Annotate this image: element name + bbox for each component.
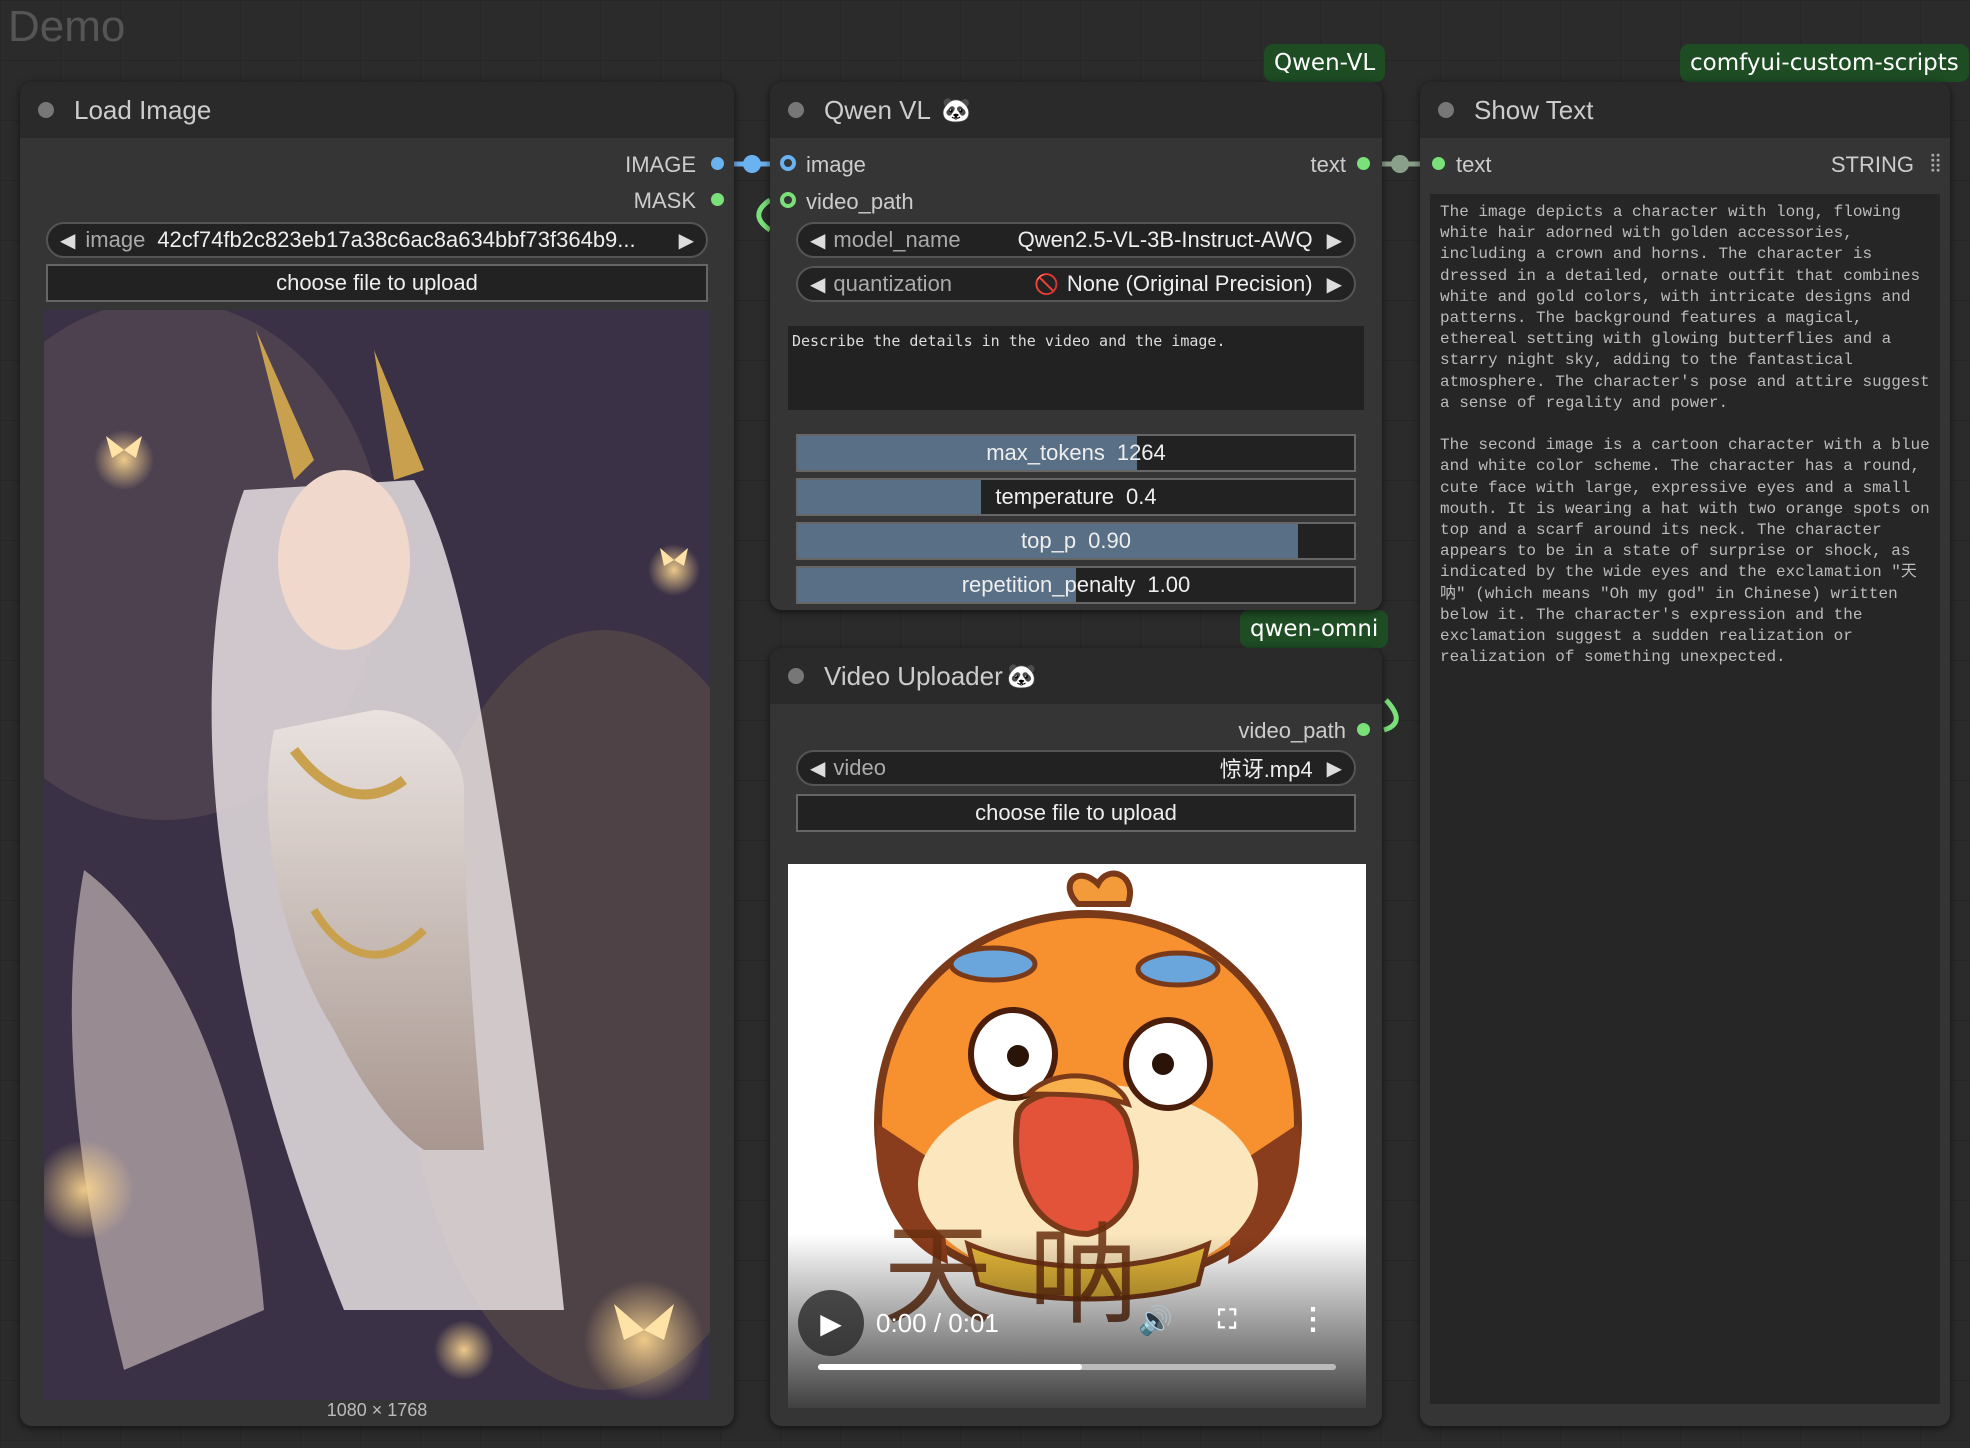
prompt-textarea[interactable]: Describe the details in the video and th… — [788, 326, 1364, 410]
output-socket-video-path[interactable] — [1357, 723, 1370, 736]
input-label-image: image — [806, 152, 866, 177]
combo-right-arrow-icon[interactable]: ▶ — [1327, 272, 1342, 297]
combo-left-arrow-icon[interactable]: ◀ — [810, 228, 825, 253]
node-header[interactable]: Video Uploader 🐼 — [770, 648, 1382, 704]
combo-value: 惊讶.mp4 — [1219, 757, 1313, 782]
image-dimensions: 1080 × 1768 — [326, 1400, 428, 1420]
fullscreen-icon[interactable]: ⛶ — [1218, 1304, 1236, 1336]
slider-label: repetition_penalty — [961, 572, 1136, 597]
video-time: 0:00 / 0:01 — [876, 1308, 999, 1338]
input-socket-text[interactable] — [1432, 157, 1445, 170]
video-uploader-node[interactable]: Video Uploader 🐼 video_path ◀ video 惊讶.m… — [770, 648, 1382, 1426]
combo-left-arrow-icon[interactable]: ◀ — [60, 228, 75, 253]
slider-value: 1.00 — [1147, 572, 1191, 597]
input-label-video-path: video_path — [806, 189, 914, 214]
max-tokens-slider[interactable]: max_tokens 1264 — [796, 434, 1356, 472]
volume-icon[interactable]: 🔊 — [1138, 1304, 1173, 1337]
output-label-image: IMAGE — [625, 152, 696, 177]
prohibited-icon: 🚫 — [1033, 273, 1059, 296]
repetition-penalty-slider[interactable]: repetition_penalty 1.00 — [796, 566, 1356, 604]
link-video-path-out — [1383, 698, 1399, 733]
image-combo[interactable]: ◀ image 42cf74fb2c823eb17a38c6ac8a634bbf… — [46, 222, 708, 258]
collapse-dot[interactable] — [788, 102, 804, 118]
output-label-mask: MASK — [633, 188, 696, 213]
combo-label: quantization — [833, 271, 953, 296]
combo-value: Qwen2.5-VL-3B-Instruct-AWQ — [1017, 227, 1313, 252]
badge-qwen-vl: Qwen-VL — [1264, 44, 1386, 82]
node-header[interactable]: Load Image — [20, 82, 734, 138]
slider-value: 0.90 — [1088, 528, 1131, 553]
node-header[interactable]: Qwen VL 🐼 — [770, 82, 1382, 138]
load-image-node[interactable]: Load Image IMAGE MASK ◀ image 42cf74fb2c… — [20, 82, 734, 1426]
fantasy-illustration — [44, 310, 710, 1400]
node-title: Video Uploader — [824, 660, 1003, 691]
video-progress-track[interactable] — [818, 1364, 1336, 1370]
quantization-combo[interactable]: ◀ quantization 🚫 None (Original Precisio… — [796, 266, 1356, 302]
combo-left-arrow-icon[interactable]: ◀ — [810, 756, 825, 781]
input-socket-video-path[interactable] — [780, 192, 796, 208]
node-title: Qwen VL — [824, 94, 931, 125]
output-label-text: text — [1310, 152, 1346, 177]
upload-button[interactable]: choose file to upload — [796, 794, 1356, 832]
slider-value: 0.4 — [1126, 484, 1157, 509]
combo-right-arrow-icon[interactable]: ▶ — [1327, 228, 1342, 253]
combo-value: 42cf74fb2c823eb17a38c6ac8a634bbf73f364b9… — [157, 227, 636, 252]
grid-icon[interactable]: ⣿ — [1929, 152, 1942, 173]
input-socket-image[interactable] — [780, 155, 796, 171]
temperature-slider[interactable]: temperature 0.4 — [796, 478, 1356, 516]
cartoon-frame: 天 呐 — [788, 870, 1366, 1408]
output-textarea[interactable]: The image depicts a character with long,… — [1430, 194, 1940, 1404]
video-progress-fill — [818, 1364, 1083, 1370]
badge-qwen-omni: qwen-omni — [1240, 610, 1389, 648]
output-label-string: STRING — [1830, 152, 1914, 177]
node-title: Show Text — [1474, 94, 1594, 125]
combo-label: video — [833, 755, 886, 780]
collapse-dot[interactable] — [788, 668, 804, 684]
panda-icon: 🐼 — [940, 96, 971, 124]
collapse-dot[interactable] — [38, 102, 54, 118]
play-icon[interactable]: ▶ — [798, 1290, 864, 1356]
badge-custom-scripts: comfyui-custom-scripts — [1680, 44, 1969, 82]
show-text-node[interactable]: Show Text text STRING ⣿ The image depict… — [1420, 82, 1950, 1426]
output-socket-text[interactable] — [1357, 157, 1370, 170]
slider-value: 1264 — [1116, 440, 1166, 465]
output-label-video-path: video_path — [1238, 718, 1346, 743]
slider-label: max_tokens — [986, 440, 1105, 465]
collapse-dot[interactable] — [1438, 102, 1454, 118]
video-combo[interactable]: ◀ video 惊讶.mp4 ▶ — [796, 750, 1356, 786]
top-p-slider[interactable]: top_p 0.90 — [796, 522, 1356, 560]
video-player[interactable]: 天 呐 ▶ 0:00 / 0:01 🔊 ⛶ ⋮ — [788, 864, 1366, 1408]
group-title: Demo — [8, 2, 126, 51]
qwen-vl-node[interactable]: Qwen VL 🐼 image video_path text ◀ model_… — [770, 82, 1382, 610]
input-label-text: text — [1456, 152, 1492, 177]
model-name-combo[interactable]: ◀ model_name Qwen2.5-VL-3B-Instruct-AWQ … — [796, 222, 1356, 258]
combo-label: model_name — [833, 227, 961, 252]
link-video-path-in — [756, 197, 772, 233]
combo-left-arrow-icon[interactable]: ◀ — [810, 272, 825, 297]
more-vertical-icon[interactable]: ⋮ — [1298, 1302, 1328, 1337]
combo-right-arrow-icon[interactable]: ▶ — [679, 228, 694, 253]
node-header[interactable]: Show Text — [1420, 82, 1950, 138]
output-socket-image[interactable] — [711, 157, 724, 170]
output-socket-mask[interactable] — [711, 193, 724, 206]
node-title: Load Image — [74, 94, 212, 125]
upload-button[interactable]: choose file to upload — [46, 264, 708, 302]
combo-right-arrow-icon[interactable]: ▶ — [1327, 756, 1342, 781]
slider-label: temperature — [995, 484, 1115, 509]
image-preview — [44, 310, 710, 1400]
combo-value: None (Original Precision) — [1066, 271, 1313, 296]
combo-label: image — [85, 227, 146, 252]
slider-label: top_p — [1021, 528, 1077, 553]
panda-icon: 🐼 — [1006, 662, 1037, 690]
